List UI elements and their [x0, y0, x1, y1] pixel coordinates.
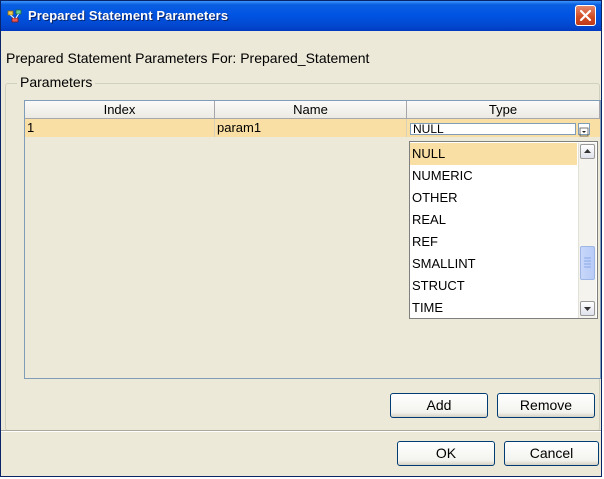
column-header-type[interactable]: Type — [407, 101, 600, 119]
dropdown-option-ref[interactable]: REF — [410, 231, 577, 253]
dropdown-option-numeric[interactable]: NUMERIC — [410, 165, 577, 187]
dropdown-option-time[interactable]: TIME — [410, 297, 577, 318]
arrow-up-icon — [584, 149, 591, 153]
dropdown-option-struct[interactable]: STRUCT — [410, 275, 577, 297]
type-combo-field[interactable]: NULL — [410, 123, 576, 135]
window-title: Prepared Statement Parameters — [28, 8, 229, 23]
scroll-up-button[interactable] — [580, 144, 595, 159]
dropdown-option-other[interactable]: OTHER — [410, 187, 577, 209]
cell-index[interactable]: 1 — [25, 119, 215, 137]
dropdown-option-real[interactable]: REAL — [410, 209, 577, 231]
dropdown-arrow-icon — [579, 127, 589, 137]
arrow-down-icon — [584, 307, 591, 311]
type-combo-button[interactable] — [578, 123, 590, 137]
remove-button[interactable]: Remove — [497, 393, 595, 418]
dropdown-option-smallint[interactable]: SMALLINT — [410, 253, 577, 275]
close-button[interactable] — [575, 5, 596, 26]
table-row[interactable]: 1 param1 NULL — [25, 119, 600, 137]
cell-name[interactable]: param1 — [215, 119, 407, 137]
statement-label: Prepared Statement Parameters For: Prepa… — [6, 50, 370, 66]
scroll-thumb[interactable] — [580, 246, 595, 280]
scroll-down-button[interactable] — [580, 301, 595, 316]
button-divider — [1, 430, 601, 432]
app-icon — [7, 9, 22, 23]
type-dropdown-list[interactable]: NULL NUMERIC OTHER REAL REF SMALLINT STR… — [409, 141, 598, 319]
add-button[interactable]: Add — [390, 393, 488, 418]
column-header-index[interactable]: Index — [25, 101, 215, 119]
dropdown-option-null[interactable]: NULL — [410, 143, 577, 165]
close-icon — [579, 9, 592, 22]
parameters-legend: Parameters — [17, 74, 96, 90]
grip-icon — [584, 257, 591, 268]
title-bar[interactable]: Prepared Statement Parameters — [1, 1, 601, 31]
cancel-button[interactable]: Cancel — [504, 441, 599, 466]
dropdown-scrollbar[interactable] — [578, 143, 596, 318]
ok-button[interactable]: OK — [397, 441, 495, 466]
dialog-window: Prepared Statement Parameters Prepared S… — [0, 0, 602, 477]
column-header-name[interactable]: Name — [215, 101, 407, 119]
